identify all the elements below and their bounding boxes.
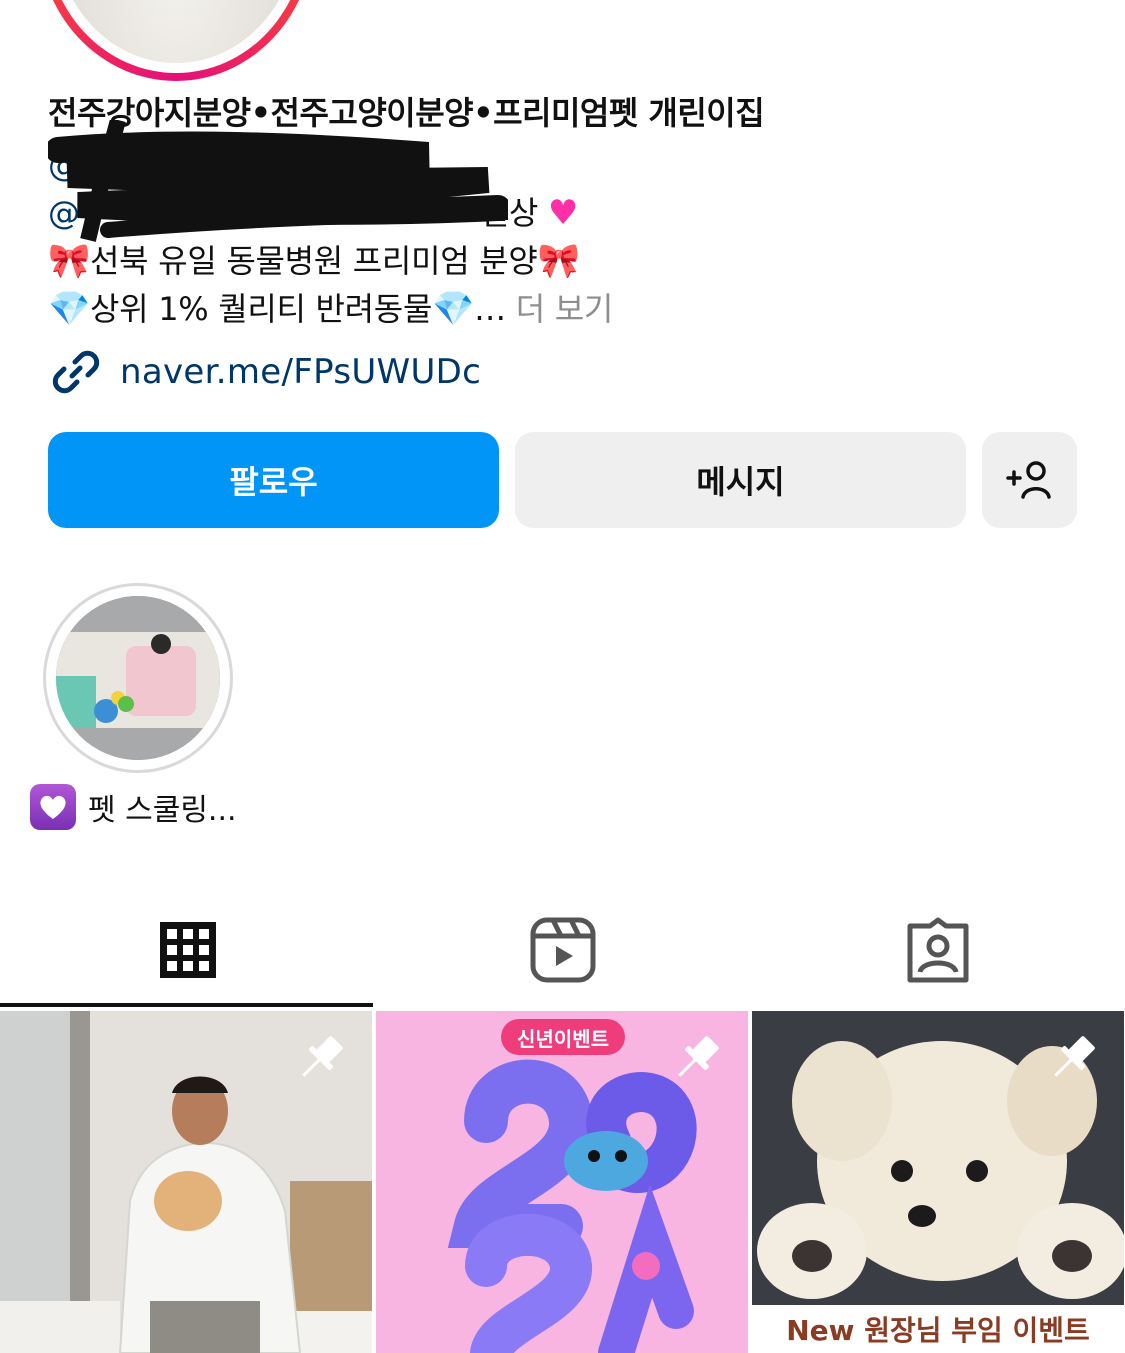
follow-button[interactable]: 팔로우 bbox=[48, 432, 499, 528]
highlight-label: 펫 스쿨링... bbox=[88, 793, 237, 828]
post-caption: New 원장님 부임 이벤트 bbox=[752, 1305, 1124, 1353]
tab-posts[interactable] bbox=[0, 900, 375, 1000]
post-thumbnail[interactable] bbox=[0, 1011, 372, 1353]
add-person-icon bbox=[1005, 461, 1051, 499]
bio-ellipsis: … bbox=[474, 290, 506, 328]
link-text: naver.me/FPsUWUDc bbox=[120, 352, 482, 392]
reels-icon bbox=[530, 917, 595, 983]
avatar-border bbox=[46, 0, 306, 73]
grid-icon bbox=[159, 922, 216, 978]
pink-heart-icon: ♥ bbox=[547, 193, 579, 233]
message-button[interactable]: 메시지 bbox=[515, 432, 966, 528]
suggest-users-button[interactable] bbox=[982, 432, 1077, 528]
gem-icon: 💎 bbox=[48, 289, 91, 329]
bio-text: 상위 1% 퀄리티 반려동물 bbox=[90, 290, 433, 328]
active-tab-indicator bbox=[0, 1003, 373, 1007]
ribbon-icon: 🎀 bbox=[537, 241, 580, 281]
highlight-label-row[interactable]: 펫 스쿨링... bbox=[30, 784, 237, 830]
profile-link[interactable]: naver.me/FPsUWUDc bbox=[48, 344, 481, 400]
highlight-thumbnail bbox=[56, 596, 220, 760]
pin-icon bbox=[678, 1036, 719, 1077]
story-highlight[interactable] bbox=[43, 583, 233, 773]
pin-icon bbox=[1054, 1036, 1095, 1077]
tagged-icon bbox=[907, 917, 968, 983]
redaction-scribble bbox=[48, 120, 508, 242]
link-icon bbox=[52, 350, 100, 394]
profile-avatar[interactable] bbox=[38, 0, 314, 81]
post-thumbnail[interactable]: New 원장님 부임 이벤트 bbox=[752, 1011, 1124, 1353]
tab-reels[interactable] bbox=[375, 900, 750, 1000]
gem-icon: 💎 bbox=[432, 289, 475, 329]
post-thumbnail[interactable]: 신년이벤트 bbox=[376, 1011, 748, 1353]
event-badge: 신년이벤트 bbox=[501, 1019, 625, 1055]
purple-heart-icon bbox=[30, 784, 76, 830]
bio-line-quality: 💎상위 1% 퀄리티 반려동물💎… 더 보기 bbox=[48, 284, 613, 330]
pin-icon bbox=[302, 1036, 343, 1077]
more-link[interactable]: 더 보기 bbox=[516, 290, 614, 328]
tab-tagged[interactable] bbox=[750, 900, 1125, 1000]
avatar-photo bbox=[56, 0, 296, 63]
